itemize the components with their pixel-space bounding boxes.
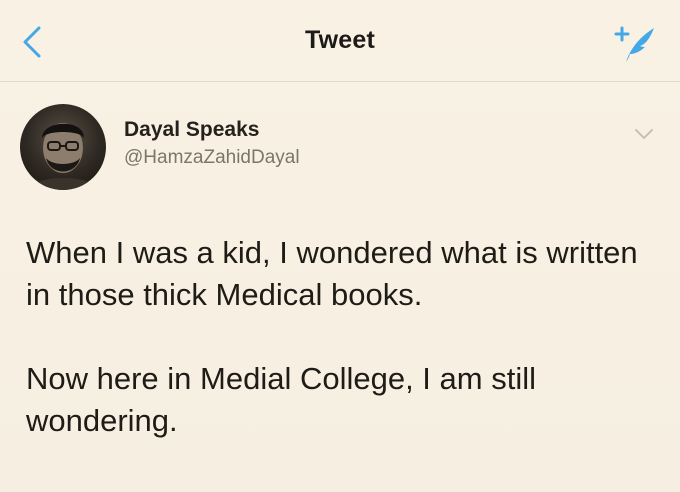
profile-photo-icon — [28, 123, 98, 190]
tweet-paragraph: When I was a kid, I wondered what is wri… — [26, 235, 638, 312]
tweet-options-button[interactable] — [632, 124, 656, 144]
author-display-name[interactable]: Dayal Speaks — [124, 118, 259, 142]
page-title: Tweet — [305, 26, 375, 54]
compose-tweet-button[interactable] — [610, 22, 658, 66]
chevron-down-icon — [635, 129, 653, 139]
top-bar: Tweet — [0, 0, 680, 82]
compose-tweet-icon — [614, 26, 654, 62]
tweet-paragraph: Now here in Medial College, I am still w… — [26, 361, 536, 438]
tweet-text: When I was a kid, I wondered what is wri… — [26, 232, 656, 442]
tweet-screen: Tweet Dayal Speaks @HamzaZahidDayal When… — [0, 0, 680, 492]
avatar[interactable] — [20, 104, 106, 190]
author-handle: @HamzaZahidDayal — [124, 147, 300, 168]
tweet-author: Dayal Speaks @HamzaZahidDayal — [20, 104, 660, 194]
